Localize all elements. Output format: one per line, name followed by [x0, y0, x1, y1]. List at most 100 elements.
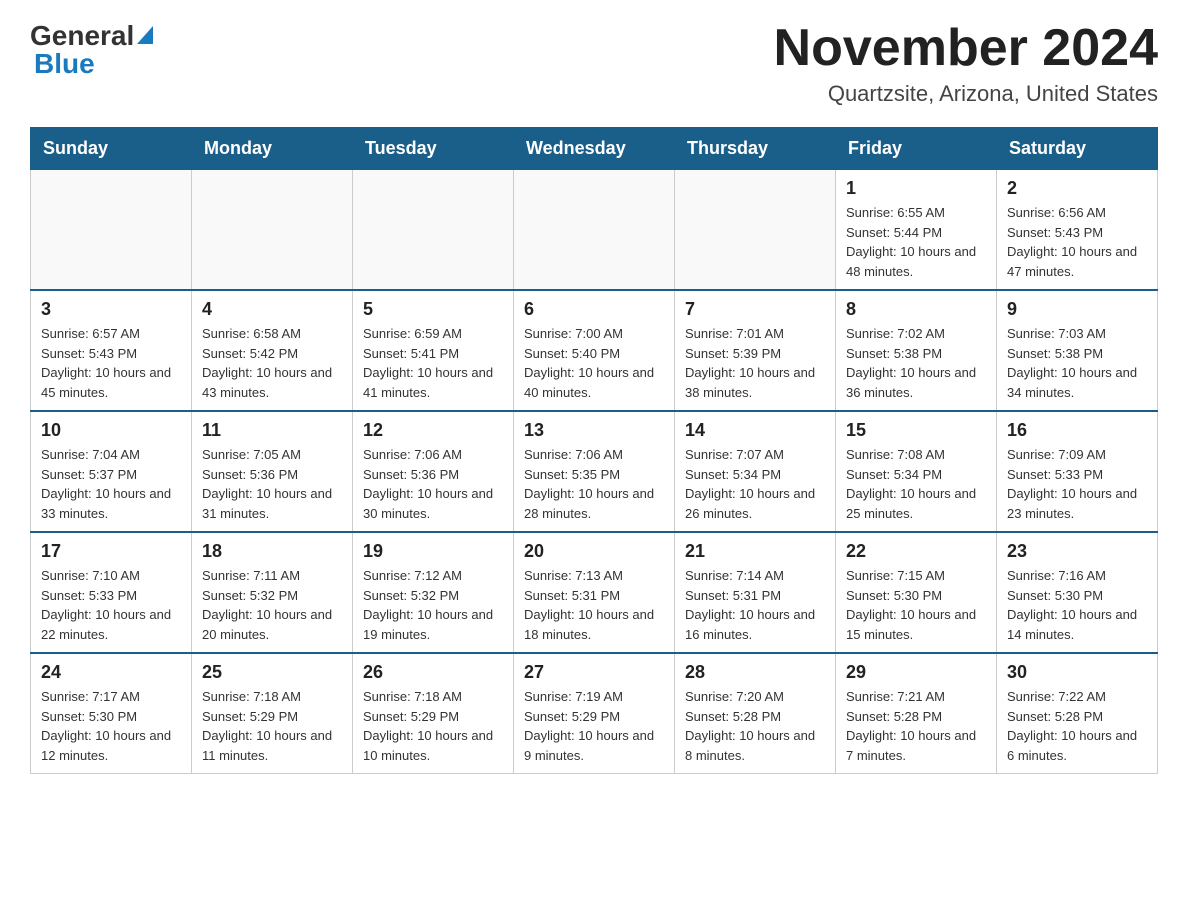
- day-number: 3: [41, 299, 181, 320]
- weekday-header-thursday: Thursday: [675, 128, 836, 170]
- calendar-cell: [31, 170, 192, 291]
- calendar-subtitle: Quartzsite, Arizona, United States: [774, 81, 1158, 107]
- day-info: Sunrise: 7:15 AMSunset: 5:30 PMDaylight:…: [846, 566, 986, 644]
- logo-blue-text: Blue: [34, 48, 95, 80]
- calendar-cell: 7 Sunrise: 7:01 AMSunset: 5:39 PMDaylight…: [675, 290, 836, 411]
- day-info: Sunrise: 7:06 AMSunset: 5:35 PMDaylight:…: [524, 445, 664, 523]
- calendar-week-2: 3 Sunrise: 6:57 AMSunset: 5:43 PMDaylight…: [31, 290, 1158, 411]
- day-info: Sunrise: 7:20 AMSunset: 5:28 PMDaylight:…: [685, 687, 825, 765]
- calendar-cell: [353, 170, 514, 291]
- calendar-cell: 2 Sunrise: 6:56 AMSunset: 5:43 PMDaylight…: [997, 170, 1158, 291]
- day-number: 30: [1007, 662, 1147, 683]
- day-number: 22: [846, 541, 986, 562]
- weekday-header-friday: Friday: [836, 128, 997, 170]
- day-number: 6: [524, 299, 664, 320]
- weekday-header-tuesday: Tuesday: [353, 128, 514, 170]
- day-info: Sunrise: 7:06 AMSunset: 5:36 PMDaylight:…: [363, 445, 503, 523]
- day-info: Sunrise: 7:05 AMSunset: 5:36 PMDaylight:…: [202, 445, 342, 523]
- calendar-week-1: 1Sunrise: 6:55 AMSunset: 5:44 PMDaylight…: [31, 170, 1158, 291]
- calendar-cell: 24Sunrise: 7:17 AMSunset: 5:30 PMDayligh…: [31, 653, 192, 774]
- day-number: 11: [202, 420, 342, 441]
- calendar-cell: 4 Sunrise: 6:58 AMSunset: 5:42 PMDaylight…: [192, 290, 353, 411]
- day-number: 20: [524, 541, 664, 562]
- calendar-cell: [192, 170, 353, 291]
- title-area: November 2024 Quartzsite, Arizona, Unite…: [774, 20, 1158, 107]
- calendar-cell: 29Sunrise: 7:21 AMSunset: 5:28 PMDayligh…: [836, 653, 997, 774]
- day-info: Sunrise: 7:10 AMSunset: 5:33 PMDaylight:…: [41, 566, 181, 644]
- day-info: Sunrise: 7:18 AMSunset: 5:29 PMDaylight:…: [363, 687, 503, 765]
- calendar-cell: 23 Sunrise: 7:16 AMSunset: 5:30 PMDayligh…: [997, 532, 1158, 653]
- calendar-cell: 20 Sunrise: 7:13 AMSunset: 5:31 PMDayligh…: [514, 532, 675, 653]
- logo: General Blue: [30, 20, 153, 80]
- header: General Blue November 2024 Quartzsite, A…: [30, 20, 1158, 107]
- day-number: 5: [363, 299, 503, 320]
- day-number: 4: [202, 299, 342, 320]
- day-info: Sunrise: 7:22 AMSunset: 5:28 PMDaylight:…: [1007, 687, 1147, 765]
- calendar-cell: 1Sunrise: 6:55 AMSunset: 5:44 PMDaylight…: [836, 170, 997, 291]
- calendar-week-3: 10 Sunrise: 7:04 AMSunset: 5:37 PMDayligh…: [31, 411, 1158, 532]
- logo-triangle-icon: [137, 26, 153, 49]
- weekday-header-saturday: Saturday: [997, 128, 1158, 170]
- day-number: 21: [685, 541, 825, 562]
- day-info: Sunrise: 7:00 AMSunset: 5:40 PMDaylight:…: [524, 324, 664, 402]
- calendar-cell: 27 Sunrise: 7:19 AMSunset: 5:29 PMDayligh…: [514, 653, 675, 774]
- day-number: 17: [41, 541, 181, 562]
- day-number: 10: [41, 420, 181, 441]
- calendar-cell: 30 Sunrise: 7:22 AMSunset: 5:28 PMDayligh…: [997, 653, 1158, 774]
- day-info: Sunrise: 7:17 AMSunset: 5:30 PMDaylight:…: [41, 687, 181, 765]
- weekday-header-monday: Monday: [192, 128, 353, 170]
- day-info: Sunrise: 7:19 AMSunset: 5:29 PMDaylight:…: [524, 687, 664, 765]
- day-number: 29: [846, 662, 986, 683]
- day-number: 8: [846, 299, 986, 320]
- calendar-title: November 2024: [774, 20, 1158, 77]
- calendar-cell: 8Sunrise: 7:02 AMSunset: 5:38 PMDaylight…: [836, 290, 997, 411]
- calendar-cell: 22 Sunrise: 7:15 AMSunset: 5:30 PMDayligh…: [836, 532, 997, 653]
- day-number: 14: [685, 420, 825, 441]
- day-number: 12: [363, 420, 503, 441]
- calendar-cell: 21 Sunrise: 7:14 AMSunset: 5:31 PMDayligh…: [675, 532, 836, 653]
- calendar-cell: 6 Sunrise: 7:00 AMSunset: 5:40 PMDaylight…: [514, 290, 675, 411]
- calendar-cell: [514, 170, 675, 291]
- day-number: 2: [1007, 178, 1147, 199]
- day-number: 23: [1007, 541, 1147, 562]
- day-number: 27: [524, 662, 664, 683]
- calendar-cell: 11 Sunrise: 7:05 AMSunset: 5:36 PMDayligh…: [192, 411, 353, 532]
- day-info: Sunrise: 7:08 AMSunset: 5:34 PMDaylight:…: [846, 445, 986, 523]
- day-info: Sunrise: 6:56 AMSunset: 5:43 PMDaylight:…: [1007, 203, 1147, 281]
- calendar-cell: 14 Sunrise: 7:07 AMSunset: 5:34 PMDayligh…: [675, 411, 836, 532]
- day-info: Sunrise: 7:16 AMSunset: 5:30 PMDaylight:…: [1007, 566, 1147, 644]
- day-number: 28: [685, 662, 825, 683]
- weekday-header-row: SundayMondayTuesdayWednesdayThursdayFrid…: [31, 128, 1158, 170]
- calendar-cell: 17 Sunrise: 7:10 AMSunset: 5:33 PMDayligh…: [31, 532, 192, 653]
- calendar-cell: 28 Sunrise: 7:20 AMSunset: 5:28 PMDayligh…: [675, 653, 836, 774]
- calendar-cell: 12 Sunrise: 7:06 AMSunset: 5:36 PMDayligh…: [353, 411, 514, 532]
- weekday-header-wednesday: Wednesday: [514, 128, 675, 170]
- calendar-cell: 15 Sunrise: 7:08 AMSunset: 5:34 PMDayligh…: [836, 411, 997, 532]
- day-info: Sunrise: 7:11 AMSunset: 5:32 PMDaylight:…: [202, 566, 342, 644]
- day-info: Sunrise: 7:14 AMSunset: 5:31 PMDaylight:…: [685, 566, 825, 644]
- calendar-week-5: 24Sunrise: 7:17 AMSunset: 5:30 PMDayligh…: [31, 653, 1158, 774]
- day-info: Sunrise: 6:57 AMSunset: 5:43 PMDaylight:…: [41, 324, 181, 402]
- day-info: Sunrise: 7:03 AMSunset: 5:38 PMDaylight:…: [1007, 324, 1147, 402]
- day-number: 7: [685, 299, 825, 320]
- calendar-week-4: 17 Sunrise: 7:10 AMSunset: 5:33 PMDayligh…: [31, 532, 1158, 653]
- day-number: 25: [202, 662, 342, 683]
- day-info: Sunrise: 7:01 AMSunset: 5:39 PMDaylight:…: [685, 324, 825, 402]
- calendar-cell: 5Sunrise: 6:59 AMSunset: 5:41 PMDaylight…: [353, 290, 514, 411]
- day-number: 15: [846, 420, 986, 441]
- day-number: 9: [1007, 299, 1147, 320]
- calendar-cell: 19Sunrise: 7:12 AMSunset: 5:32 PMDayligh…: [353, 532, 514, 653]
- calendar-cell: 3 Sunrise: 6:57 AMSunset: 5:43 PMDaylight…: [31, 290, 192, 411]
- day-info: Sunrise: 6:55 AMSunset: 5:44 PMDaylight:…: [846, 203, 986, 281]
- calendar-cell: 18Sunrise: 7:11 AMSunset: 5:32 PMDayligh…: [192, 532, 353, 653]
- day-info: Sunrise: 7:04 AMSunset: 5:37 PMDaylight:…: [41, 445, 181, 523]
- day-info: Sunrise: 7:18 AMSunset: 5:29 PMDaylight:…: [202, 687, 342, 765]
- calendar-cell: 10 Sunrise: 7:04 AMSunset: 5:37 PMDayligh…: [31, 411, 192, 532]
- day-info: Sunrise: 7:07 AMSunset: 5:34 PMDaylight:…: [685, 445, 825, 523]
- calendar-cell: 16 Sunrise: 7:09 AMSunset: 5:33 PMDayligh…: [997, 411, 1158, 532]
- day-info: Sunrise: 7:09 AMSunset: 5:33 PMDaylight:…: [1007, 445, 1147, 523]
- day-number: 16: [1007, 420, 1147, 441]
- day-info: Sunrise: 6:58 AMSunset: 5:42 PMDaylight:…: [202, 324, 342, 402]
- day-info: Sunrise: 7:13 AMSunset: 5:31 PMDaylight:…: [524, 566, 664, 644]
- calendar-cell: 26Sunrise: 7:18 AMSunset: 5:29 PMDayligh…: [353, 653, 514, 774]
